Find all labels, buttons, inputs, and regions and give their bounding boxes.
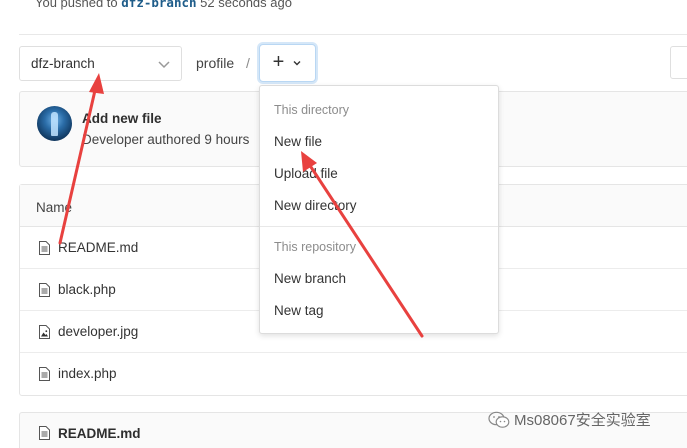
branch-select-value: dfz-branch (31, 56, 95, 71)
push-notice-time: 52 seconds ago (200, 0, 292, 10)
menu-item-new-directory[interactable]: New directory (274, 198, 357, 213)
file-text-icon (39, 426, 50, 440)
file-name[interactable]: developer.jpg (58, 324, 138, 339)
menu-item-upload-file[interactable]: Upload file (274, 166, 338, 181)
add-dropdown-menu: This directory New file Upload file New … (259, 85, 499, 334)
find-file-button[interactable] (670, 46, 687, 79)
watermark: Ms08067安全实验室 (488, 409, 651, 430)
file-name[interactable]: black.php (58, 282, 116, 297)
chevron-down-icon (158, 61, 170, 69)
push-notice: You pushed to dfz-branch 52 seconds ago (35, 0, 292, 10)
file-name[interactable]: index.php (58, 366, 117, 381)
plus-icon: + (272, 51, 285, 73)
dropdown-divider (260, 226, 498, 227)
add-dropdown-button[interactable]: + (259, 44, 316, 82)
divider (19, 34, 687, 35)
file-name[interactable]: README.md (58, 240, 138, 255)
commit-meta: Developer authored 9 hours (82, 132, 250, 147)
push-notice-prefix: You pushed to (35, 0, 118, 10)
file-row[interactable]: index.php (20, 353, 687, 395)
dropdown-header-repository: This repository (274, 240, 356, 254)
chevron-down-icon (293, 61, 301, 66)
avatar[interactable] (37, 106, 72, 141)
menu-item-new-file[interactable]: New file (274, 134, 322, 149)
wechat-icon (488, 411, 510, 428)
watermark-text: Ms08067安全实验室 (514, 412, 651, 429)
readme-title[interactable]: README.md (58, 426, 141, 441)
menu-item-new-tag[interactable]: New tag (274, 303, 324, 318)
file-text-icon (39, 241, 50, 255)
file-text-icon (39, 367, 50, 381)
column-header-name: Name (36, 200, 73, 215)
branch-select[interactable]: dfz-branch (19, 46, 182, 81)
file-image-icon (39, 325, 50, 339)
breadcrumb-project[interactable]: profile (196, 55, 234, 71)
file-text-icon (39, 283, 50, 297)
breadcrumb-separator: / (246, 55, 250, 71)
pushed-branch-link[interactable]: dfz-branch (121, 0, 196, 10)
menu-item-new-branch[interactable]: New branch (274, 271, 346, 286)
commit-title[interactable]: Add new file (82, 111, 162, 126)
dropdown-header-directory: This directory (274, 103, 350, 117)
